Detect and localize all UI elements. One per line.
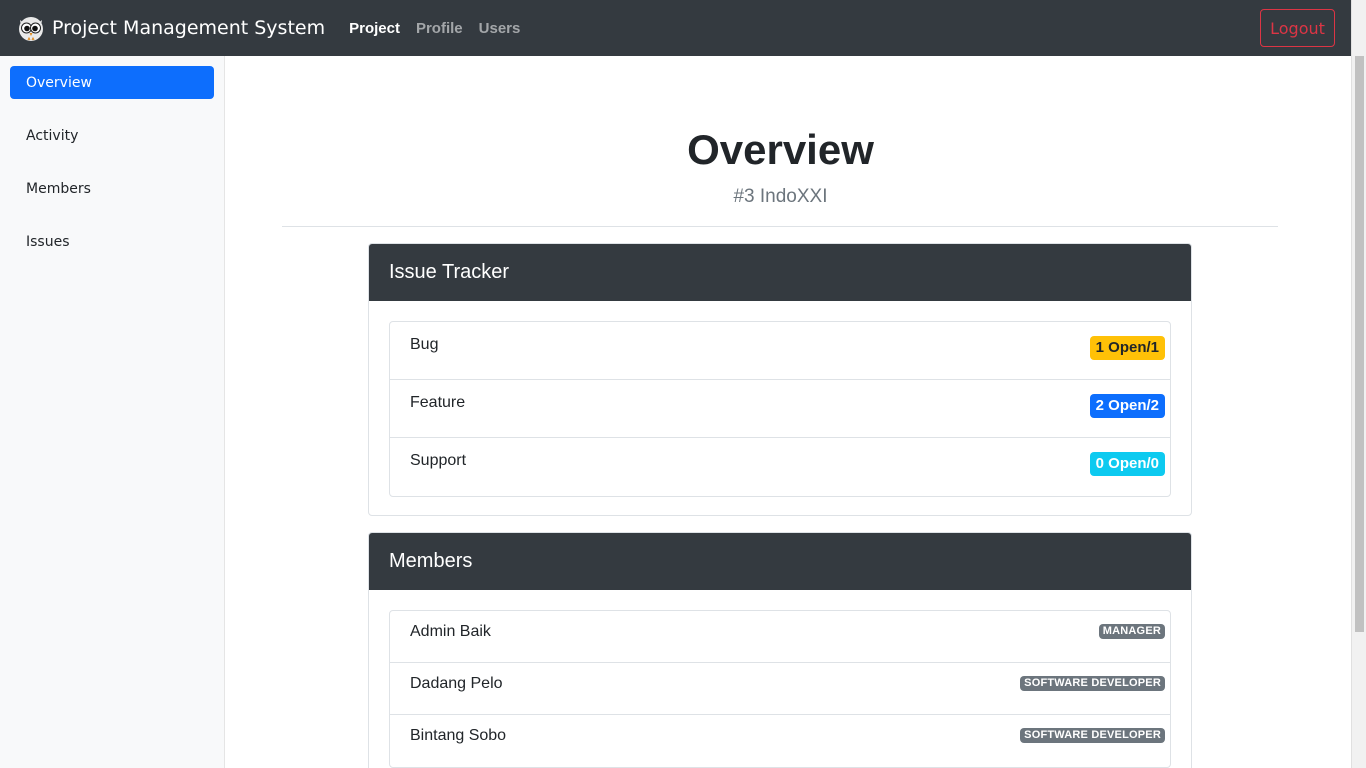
main-content: Overview #3 IndoXXI Issue Tracker Bug 1 … [225, 56, 1336, 768]
tracker-row-feature[interactable]: Feature 2 Open/2 [390, 380, 1170, 438]
sidebar-item-activity[interactable]: Activity [10, 119, 214, 152]
brand-title: Project Management System [52, 17, 326, 39]
tracker-name: Support [410, 452, 467, 469]
member-name: Bintang Sobo [410, 727, 507, 744]
tracker-name: Feature [410, 394, 466, 411]
member-row[interactable]: Bintang Sobo SOFTWARE DEVELOPER [390, 715, 1170, 767]
sidebar-item-issues[interactable]: Issues [10, 225, 214, 258]
vertical-scrollbar[interactable] [1351, 0, 1366, 768]
sidebar-item-members[interactable]: Members [10, 172, 214, 205]
members-header: Members [369, 533, 1191, 590]
tracker-status-badge: 2 Open/2 [1089, 394, 1165, 418]
member-name: Dadang Pelo [410, 675, 503, 692]
members-body: Admin Baik MANAGER Dadang Pelo SOFTWARE … [369, 590, 1191, 768]
nav-link-users[interactable]: Users [479, 20, 521, 37]
members-card: Members Admin Baik MANAGER Dadang Pelo S… [368, 532, 1192, 768]
nav-link-profile[interactable]: Profile [416, 20, 463, 37]
tracker-name: Bug [410, 336, 439, 353]
tracker-status-badge: 1 Open/1 [1089, 336, 1165, 360]
role-badge: SOFTWARE DEVELOPER [1020, 676, 1165, 691]
member-row[interactable]: Admin Baik MANAGER [390, 611, 1170, 663]
owl-logo-icon [19, 17, 43, 41]
nav-link-project[interactable]: Project [349, 20, 400, 37]
role-badge: SOFTWARE DEVELOPER [1020, 728, 1165, 743]
member-name: Admin Baik [410, 623, 491, 640]
logout-button[interactable]: Logout [1260, 9, 1335, 47]
members-list: Admin Baik MANAGER Dadang Pelo SOFTWARE … [389, 610, 1171, 768]
issue-tracker-card: Issue Tracker Bug 1 Open/1 Feature 2 Ope… [368, 243, 1192, 516]
tracker-row-bug[interactable]: Bug 1 Open/1 [390, 322, 1170, 380]
member-row[interactable]: Dadang Pelo SOFTWARE DEVELOPER [390, 663, 1170, 715]
brand[interactable]: Project Management System [17, 14, 325, 42]
page-title: Overview [687, 126, 874, 173]
top-navbar: Project Management System Project Profil… [0, 0, 1351, 56]
issue-tracker-list: Bug 1 Open/1 Feature 2 Open/2 Support 0 … [389, 321, 1171, 497]
sidebar: Overview Activity Members Issues [0, 56, 225, 768]
sidebar-item-overview[interactable]: Overview [10, 66, 214, 99]
tracker-status-badge: 0 Open/0 [1089, 452, 1165, 476]
divider [282, 226, 1278, 227]
scrollbar-thumb[interactable] [1355, 56, 1364, 632]
project-subtitle: #3 IndoXXI [733, 186, 828, 207]
main-nav: Project Profile Users [349, 20, 536, 37]
issue-tracker-header: Issue Tracker [369, 244, 1191, 301]
tracker-row-support[interactable]: Support 0 Open/0 [390, 438, 1170, 496]
role-badge: MANAGER [1098, 624, 1165, 639]
issue-tracker-body: Bug 1 Open/1 Feature 2 Open/2 Support 0 … [369, 301, 1191, 515]
